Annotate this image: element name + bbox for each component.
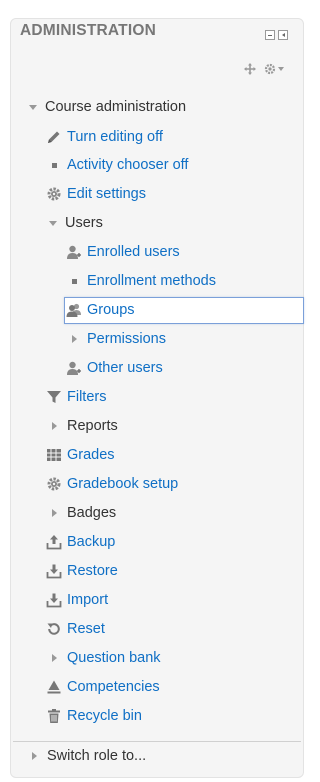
collapsed-arrow-icon[interactable]: [26, 752, 42, 760]
move-icon[interactable]: [244, 63, 256, 75]
tree-gradebook-setup[interactable]: Gradebook setup: [46, 472, 178, 496]
upload-icon: [46, 535, 62, 550]
block-title: ADMINISTRATION: [20, 22, 156, 39]
tree-label: Badges: [67, 505, 117, 521]
groups-icon: [66, 303, 81, 317]
trash-icon: [48, 709, 60, 723]
tree-turn-editing-off[interactable]: Turn editing off: [46, 125, 163, 149]
tree-label: Reset: [67, 621, 105, 637]
tree-activity-chooser-off[interactable]: Activity chooser off: [46, 153, 188, 177]
tree-enrollment-methods[interactable]: Enrollment methods: [66, 269, 216, 293]
tree-label: Restore: [67, 563, 118, 579]
enrolled-user-icon: [67, 245, 81, 259]
chevron-down-icon: [278, 67, 284, 71]
download-icon: [46, 564, 62, 579]
divider: [13, 741, 301, 742]
gear-icon: [264, 63, 276, 75]
tree-groups[interactable]: Groups: [66, 298, 135, 322]
tree-filters[interactable]: Filters: [46, 385, 106, 409]
filter-icon: [47, 391, 61, 403]
gear-icon: [47, 477, 61, 491]
gear-icon: [47, 187, 61, 201]
tree-label: Other users: [87, 360, 163, 376]
tree-backup[interactable]: Backup: [46, 530, 115, 554]
tree-label: Edit settings: [67, 186, 146, 202]
tree-label: Question bank: [67, 650, 161, 666]
minimize-icon[interactable]: [265, 30, 275, 40]
tree-label: Reports: [67, 418, 118, 434]
tree-badges[interactable]: Badges: [46, 501, 116, 525]
collapsed-arrow-icon[interactable]: [46, 654, 62, 662]
settings-menu[interactable]: [264, 63, 284, 75]
bullet-icon: [46, 157, 62, 173]
tree-permissions[interactable]: Permissions: [66, 327, 166, 351]
tree-label: Recycle bin: [67, 708, 142, 724]
tree-label: Enrollment methods: [87, 273, 216, 289]
tree-other-users[interactable]: Other users: [66, 356, 163, 380]
import-icon: [46, 593, 62, 608]
collapsed-arrow-icon[interactable]: [46, 509, 62, 517]
competencies-icon: [47, 680, 61, 694]
tree-label: Course administration: [45, 99, 187, 115]
tree-recycle-bin[interactable]: Recycle bin: [46, 704, 142, 728]
expanded-arrow-icon[interactable]: [29, 104, 37, 110]
block-actions: [244, 63, 284, 75]
tree-grades[interactable]: Grades: [46, 443, 115, 467]
collapsed-arrow-icon[interactable]: [66, 335, 82, 343]
tree-label: Enrolled users: [87, 244, 180, 260]
tree-label: Gradebook setup: [67, 476, 179, 492]
tree-label: Activity chooser off: [67, 157, 189, 173]
tree-switch-role[interactable]: Switch role to...: [26, 744, 146, 768]
bullet-icon: [66, 273, 82, 289]
tree-restore[interactable]: Restore: [46, 559, 118, 583]
tree-label: Groups: [87, 302, 135, 318]
tree-label: Filters: [67, 389, 107, 405]
tree-label: Import: [67, 592, 109, 608]
tree-enrolled-users[interactable]: Enrolled users: [66, 240, 180, 264]
tree-label: Turn editing off: [67, 129, 163, 145]
tree-question-bank[interactable]: Question bank: [46, 646, 161, 670]
tree-label: Users: [65, 215, 103, 231]
tree-label: Permissions: [87, 331, 166, 347]
tree-label: Competencies: [67, 679, 160, 695]
tree-label: Grades: [67, 447, 115, 463]
tree-label: Switch role to...: [47, 748, 147, 764]
tree-course-administration[interactable]: Course administration: [26, 95, 186, 119]
tree-label: Backup: [67, 534, 116, 550]
expanded-arrow-icon[interactable]: [49, 220, 57, 226]
pencil-icon: [48, 131, 60, 143]
tree-reports[interactable]: Reports: [46, 414, 118, 438]
reset-icon: [47, 623, 60, 635]
collapsed-arrow-icon[interactable]: [46, 422, 62, 430]
tree-reset[interactable]: Reset: [46, 617, 105, 641]
grades-icon: [47, 449, 61, 461]
tree-users[interactable]: Users: [46, 211, 103, 235]
block-controls: [265, 30, 288, 40]
dock-icon[interactable]: [278, 30, 288, 40]
other-users-icon: [67, 361, 81, 375]
tree-competencies[interactable]: Competencies: [46, 675, 160, 699]
tree-import[interactable]: Import: [46, 588, 108, 612]
tree-edit-settings[interactable]: Edit settings: [46, 182, 146, 206]
